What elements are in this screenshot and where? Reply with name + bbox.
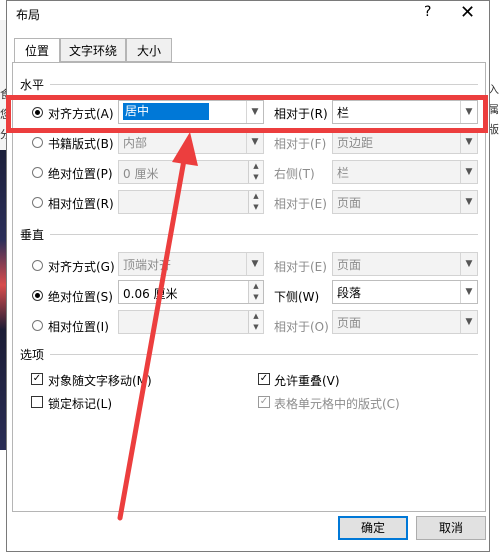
- close-button[interactable]: ✕: [460, 2, 475, 23]
- h-relative-radio[interactable]: [32, 197, 43, 208]
- help-button[interactable]: ?: [424, 4, 431, 20]
- v-relative-label: 相对位置(I): [48, 320, 109, 334]
- layout-in-cell-checkbox[interactable]: ✓: [258, 396, 270, 408]
- v-align-relative-label: 相对于(E): [274, 260, 327, 274]
- lock-anchor-checkbox[interactable]: [31, 396, 43, 408]
- spin-down-icon[interactable]: ▼: [248, 292, 263, 303]
- h-relative-relative-select[interactable]: 页面 ▼: [332, 190, 478, 214]
- chevron-down-icon: ▼: [460, 191, 477, 213]
- v-align-label: 对齐方式(G): [48, 260, 115, 274]
- chevron-down-icon: ▼: [246, 253, 263, 275]
- h-absolute-relative-label: 右侧(T): [274, 167, 315, 181]
- cancel-button[interactable]: 取消: [416, 516, 486, 540]
- chevron-down-icon: ▼: [460, 253, 477, 275]
- v-absolute-relative-label: 下侧(W): [274, 290, 320, 304]
- horizontal-heading: 水平: [20, 78, 45, 92]
- h-absolute-relative-select[interactable]: 栏 ▼: [332, 160, 478, 184]
- v-absolute-radio[interactable]: [32, 290, 43, 301]
- h-book-select[interactable]: 内部 ▼: [118, 130, 264, 154]
- h-absolute-radio[interactable]: [32, 167, 43, 178]
- h-book-relative-label: 相对于(F): [274, 137, 327, 151]
- vertical-heading: 垂直: [20, 228, 45, 242]
- h-book-label: 书籍版式(B): [48, 137, 114, 151]
- v-relative-radio[interactable]: [32, 320, 43, 331]
- tab-text-wrapping[interactable]: 文字环绕: [60, 38, 126, 62]
- chevron-down-icon: ▼: [460, 281, 477, 303]
- v-absolute-relative-select[interactable]: 段落 ▼: [332, 280, 478, 304]
- chevron-down-icon: ▼: [246, 131, 263, 153]
- lock-anchor-label: 锁定标记(L): [48, 397, 113, 411]
- v-align-radio[interactable]: [32, 260, 43, 271]
- h-book-radio[interactable]: [32, 137, 43, 148]
- divider: [50, 84, 478, 85]
- tab-position[interactable]: 位置: [14, 38, 60, 63]
- v-relative-relative-select[interactable]: 页面 ▼: [332, 310, 478, 334]
- highlight-box: [6, 95, 488, 133]
- v-align-relative-select[interactable]: 页面 ▼: [332, 252, 478, 276]
- move-with-text-checkbox[interactable]: ✓: [31, 373, 43, 385]
- v-relative-spinner[interactable]: ▲ ▼: [118, 310, 264, 334]
- layout-in-cell-label: 表格单元格中的版式(C): [274, 397, 400, 411]
- allow-overlap-checkbox[interactable]: ✓: [258, 373, 270, 385]
- dialog-title: 布局: [16, 8, 41, 22]
- v-align-select[interactable]: 顶端对齐 ▼: [118, 252, 264, 276]
- spin-down-icon[interactable]: ▼: [248, 172, 263, 183]
- v-absolute-spinner[interactable]: 0.06 厘米 ▲ ▼: [118, 280, 264, 304]
- h-relative-relative-label: 相对于(E): [274, 197, 327, 211]
- options-heading: 选项: [20, 348, 45, 362]
- chevron-down-icon: ▼: [460, 311, 477, 333]
- allow-overlap-label: 允许重叠(V): [274, 374, 340, 388]
- move-with-text-label: 对象随文字移动(M): [48, 374, 152, 388]
- h-relative-label: 相对位置(R): [48, 197, 114, 211]
- v-absolute-label: 绝对位置(S): [48, 290, 113, 304]
- spin-down-icon[interactable]: ▼: [248, 322, 263, 333]
- h-absolute-label: 绝对位置(P): [48, 167, 113, 181]
- chevron-down-icon: ▼: [460, 131, 477, 153]
- ok-button[interactable]: 确定: [338, 516, 408, 540]
- h-absolute-spinner[interactable]: 0 厘米 ▲ ▼: [118, 160, 264, 184]
- divider: [50, 234, 478, 235]
- divider: [50, 354, 478, 355]
- h-relative-spinner[interactable]: ▲ ▼: [118, 190, 264, 214]
- chevron-down-icon: ▼: [460, 161, 477, 183]
- spin-down-icon[interactable]: ▼: [248, 202, 263, 213]
- tab-size[interactable]: 大小: [126, 38, 172, 62]
- v-relative-relative-label: 相对于(O): [274, 320, 329, 334]
- h-book-relative-select[interactable]: 页边距 ▼: [332, 130, 478, 154]
